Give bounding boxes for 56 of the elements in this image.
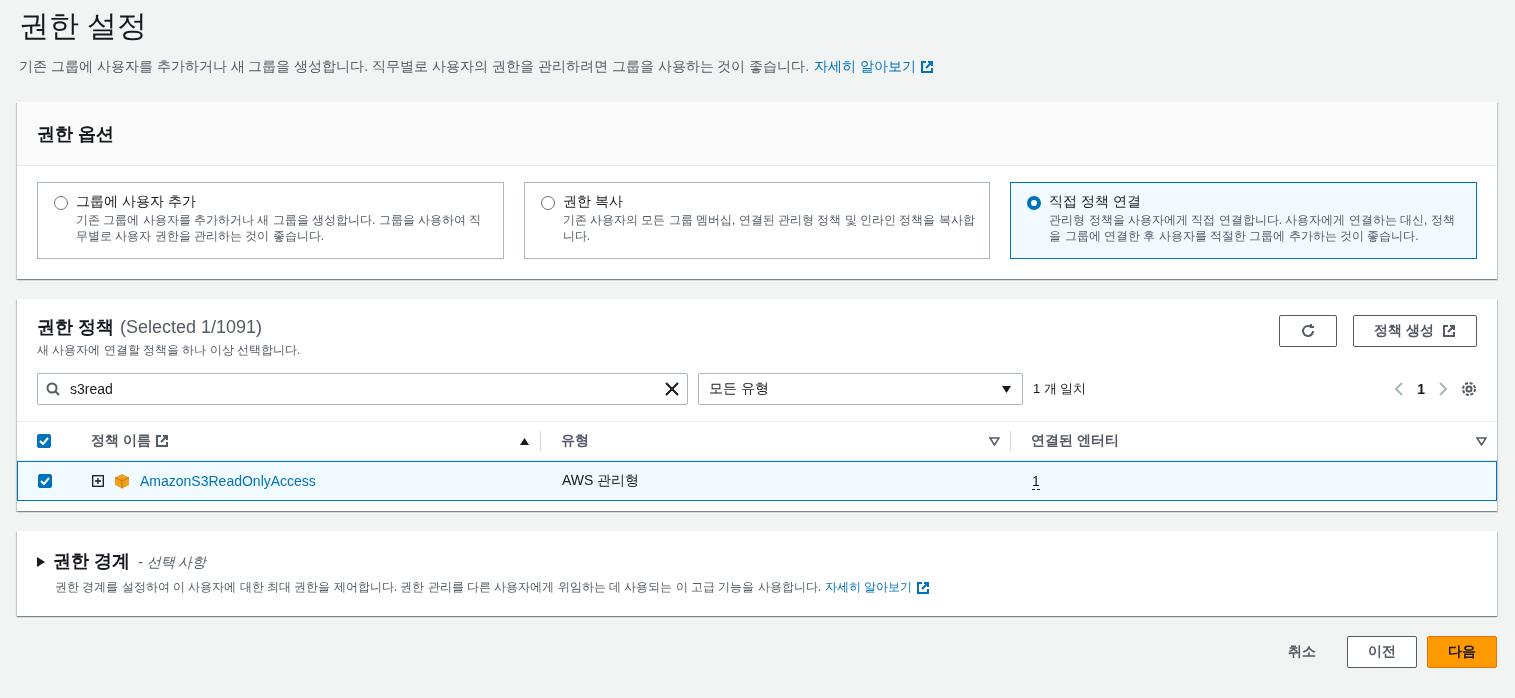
create-policy-button[interactable]: 정책 생성	[1353, 315, 1477, 347]
panel-title: 권한 옵션	[37, 122, 114, 146]
panel-title: 권한 정책	[37, 316, 114, 339]
cube-icon	[114, 473, 130, 489]
external-link-icon	[1442, 324, 1456, 338]
option-title: 그룹에 사용자 추가	[76, 193, 197, 211]
type-dropdown[interactable]: 모든 유형	[698, 373, 1023, 405]
cancel-button[interactable]: 취소	[1267, 636, 1337, 668]
match-count: 1 개 일치	[1033, 380, 1088, 398]
page-title: 권한 설정	[19, 8, 149, 44]
option-description: 관리형 정책을 사용자에게 직접 연결합니다. 사용자에게 연결하는 대신, 정책을 그룹에 연결한 후 사용자를 적절한 그룹에 추가하는 것이 좋습니다.	[1049, 212, 1456, 244]
expand-icon[interactable]	[92, 475, 104, 487]
option-title: 직접 정책 연결	[1049, 193, 1143, 211]
panel-title[interactable]: 권한 경계	[53, 549, 130, 573]
sort-icon[interactable]	[1476, 436, 1487, 446]
settings-icon[interactable]	[1461, 381, 1477, 397]
caret-down-icon[interactable]	[1001, 384, 1012, 394]
column-header[interactable]: 유형	[561, 432, 589, 450]
search-field[interactable]: s3read	[37, 373, 688, 405]
radio-button[interactable]	[54, 196, 68, 210]
sort-ascending-icon[interactable]	[519, 436, 530, 446]
external-link-icon	[920, 60, 935, 74]
refresh-button[interactable]	[1279, 315, 1338, 347]
previous-button[interactable]: 이전	[1347, 636, 1417, 668]
row-checkbox[interactable]	[38, 474, 52, 488]
clear-icon[interactable]	[665, 382, 679, 396]
column-header[interactable]: 정책 이름	[91, 432, 169, 450]
refresh-icon	[1300, 323, 1317, 339]
learn-more-link[interactable]: 자세히 알아보기	[814, 58, 935, 76]
policy-name-link[interactable]: AmazonS3ReadOnlyAccess	[140, 473, 316, 489]
next-button[interactable]: 다음	[1427, 636, 1497, 668]
radio-button[interactable]	[540, 196, 555, 210]
option-title: 권한 복사	[562, 193, 624, 211]
entity-count[interactable]: 1	[1032, 472, 1040, 490]
selected-count: (Selected 1/1091)	[120, 317, 263, 338]
sort-icon[interactable]	[989, 436, 1000, 446]
policy-type: AWS 관리형	[562, 472, 640, 490]
option-card[interactable]: 직접 정책 연결 관리형 정책을 사용자에게 직접 연결합니다. 사용자에게 연결하는 대신, 정책을 그룹에 연결한 후 사용자를 적절한 그룹에 추가하는 것이 좋습니다.	[1010, 182, 1477, 259]
radio-button[interactable]	[1027, 196, 1042, 210]
option-description: 기존 그룹에 사용자를 추가하거나 새 그룹을 생성합니다. 그룹을 사용하여 직무별로 사용자 권한을 관리하는 것이 좋습니다.	[76, 212, 483, 244]
panel-subtitle: 새 사용자에 연결할 정책을 하나 이상 선택합니다.	[37, 342, 301, 359]
option-description: 기존 사용자의 모든 그룹 멤버십, 연결된 관리형 정책 및 인라인 정책을 복사합니다.	[562, 212, 976, 244]
learn-more-link[interactable]: 자세히 알아보기	[825, 579, 931, 596]
expand-triangle-icon[interactable]	[37, 557, 45, 567]
optional-label: - 선택 사항	[138, 554, 207, 572]
select-all-checkbox[interactable]	[37, 434, 51, 448]
policy-row[interactable]: AmazonS3ReadOnlyAccess AWS 관리형 1	[17, 461, 1497, 501]
page-number[interactable]: 1	[1417, 381, 1425, 397]
option-card[interactable]: 권한 복사 기존 사용자의 모든 그룹 멤버십, 연결된 관리형 정책 및 인라인 정책을 복사합니다.	[523, 182, 991, 259]
option-card[interactable]: 그룹에 사용자 추가 기존 그룹에 사용자를 추가하거나 새 그룹을 생성합니다. 그룹을 사용하여 직무별로 사용자 권한을 관리하는 것이 좋습니다.	[37, 182, 504, 259]
page-description: 기존 그룹에 사용자를 추가하거나 새 그룹을 생성합니다. 직무별로 사용자의 권한을 관리하려면 그룹을 사용하는 것이 좋습니다.	[19, 58, 810, 76]
column-header[interactable]: 연결된 엔터티	[1031, 432, 1119, 450]
search-icon	[46, 382, 60, 396]
boundary-description: 권한 경계를 설정하여 이 사용자에 대한 최대 권한을 제어합니다. 권한 관리를 다른 사용자에게 위임하는 데 사용되는 이 고급 기능을 사용합니다.	[55, 579, 821, 596]
external-link-icon	[916, 580, 931, 595]
external-link-icon	[154, 434, 169, 448]
